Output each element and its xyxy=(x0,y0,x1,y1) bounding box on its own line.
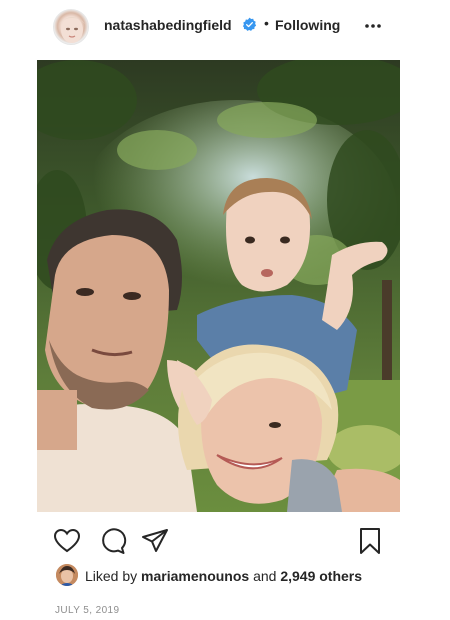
following-button[interactable]: Following xyxy=(275,17,340,33)
comment-icon[interactable] xyxy=(97,526,127,556)
likes-others-count[interactable]: 2,949 others xyxy=(280,568,362,584)
liker-avatar[interactable] xyxy=(56,564,78,586)
verified-badge-icon xyxy=(242,17,257,31)
instagram-post: natashabedingfield • Following Liked by … xyxy=(0,0,450,620)
separator-dot: • xyxy=(264,15,269,31)
liker-username[interactable]: mariamenounos xyxy=(141,568,249,584)
likes-text: Liked by mariamenounos and 2,949 others xyxy=(85,568,362,584)
action-bar xyxy=(0,522,450,558)
paper-plane-icon[interactable] xyxy=(140,526,170,556)
profile-avatar[interactable] xyxy=(53,9,89,45)
likes-prefix: Liked by xyxy=(85,568,138,584)
post-header: natashabedingfield • Following xyxy=(0,0,450,54)
post-photo[interactable] xyxy=(37,60,400,512)
heart-icon[interactable] xyxy=(52,526,82,556)
likes-connector: and xyxy=(253,568,277,584)
username[interactable]: natashabedingfield xyxy=(104,17,232,33)
bookmark-icon[interactable] xyxy=(355,526,385,556)
post-date[interactable]: JULY 5, 2019 xyxy=(55,605,119,616)
more-options-icon[interactable] xyxy=(362,16,384,36)
